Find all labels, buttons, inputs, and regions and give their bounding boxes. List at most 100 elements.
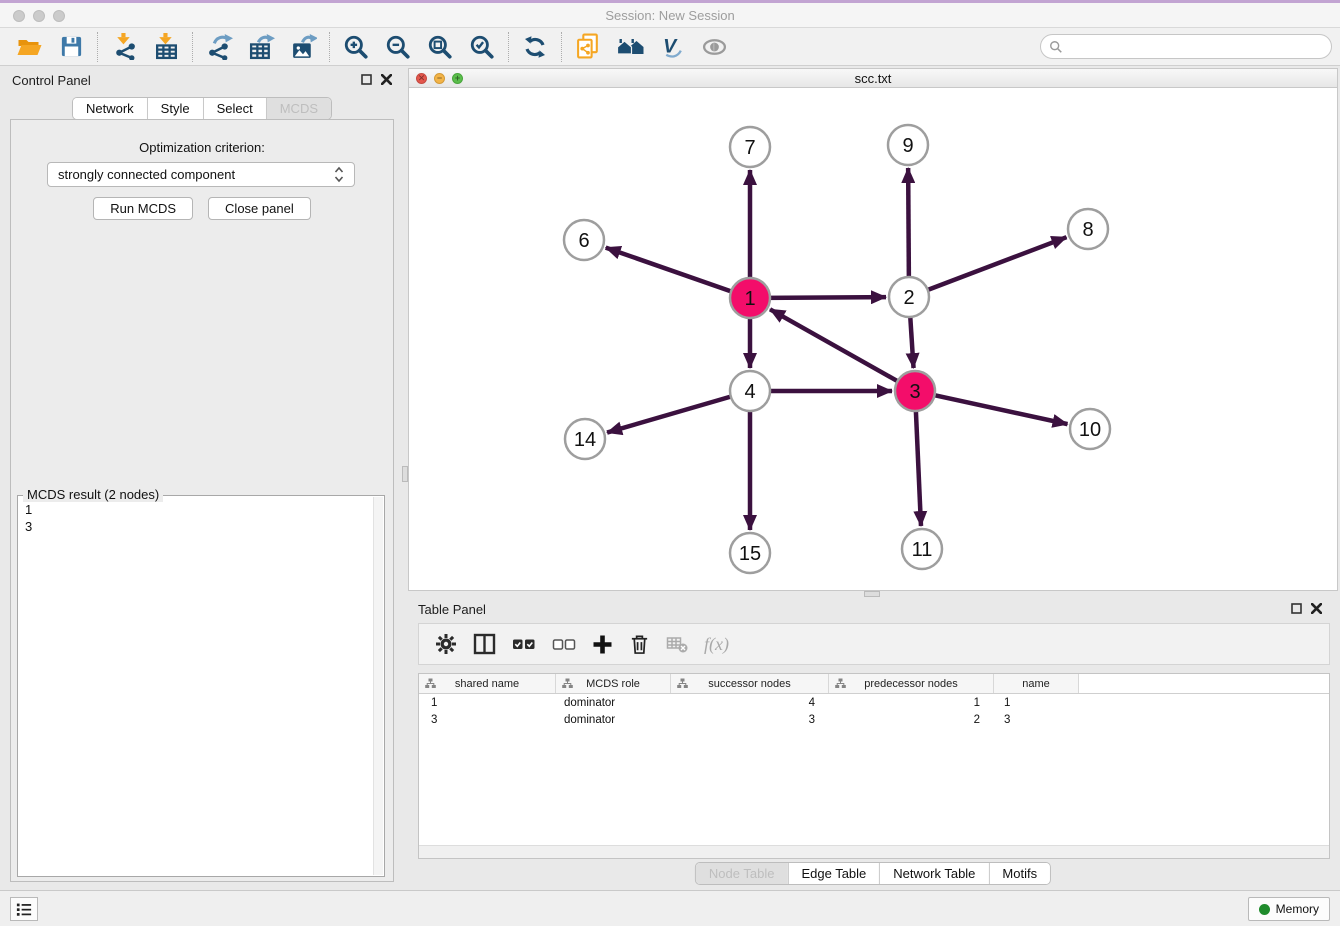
table-cell[interactable]: dominator [556,711,671,728]
tab-mcds[interactable]: MCDS [266,98,331,119]
table-horizontal-scrollbar[interactable] [419,845,1329,858]
tab-select[interactable]: Select [203,98,266,119]
delete-column-button[interactable] [629,633,650,655]
window-traffic-lights[interactable] [13,10,65,22]
graph-node-10[interactable]: 10 [1070,409,1110,449]
graph-node-4[interactable]: 4 [730,371,770,411]
graph-node-15[interactable]: 15 [730,533,770,573]
graph-edge-1-6[interactable] [606,248,734,293]
zoom-fit-button[interactable] [419,31,461,63]
graph-node-14[interactable]: 14 [565,419,605,459]
table-cell[interactable]: 1 [419,694,556,711]
table-cell[interactable]: 1 [994,694,1079,711]
minimize-window-button[interactable] [33,10,45,22]
table-row[interactable]: 3dominator323 [419,711,1329,728]
task-history-button[interactable] [10,897,38,921]
open-session-button[interactable] [8,31,50,63]
memory-button[interactable]: Memory [1248,897,1330,921]
deselect-all-columns-button[interactable] [552,636,576,652]
export-network-button[interactable] [198,31,240,63]
column-tree-icon [425,678,436,689]
refresh-view-button[interactable] [514,31,556,63]
network-maximize-button[interactable]: + [452,73,463,84]
run-mcds-button[interactable]: Run MCDS [93,197,193,220]
tab-edge-table[interactable]: Edge Table [787,863,879,884]
optimization-criterion-dropdown[interactable]: strongly connected component [47,162,355,187]
style-preview-button[interactable]: V [651,31,693,63]
float-panel-icon[interactable] [1291,603,1302,614]
close-panel-button[interactable]: Close panel [208,197,311,220]
graph-node-6[interactable]: 6 [564,220,604,260]
table-cell[interactable]: 2 [829,711,994,728]
close-panel-icon[interactable] [381,74,392,85]
network-minimize-button[interactable]: − [434,73,445,84]
graph-edge-2-9[interactable] [908,168,909,280]
graph-node-7[interactable]: 7 [730,127,770,167]
clone-network-button[interactable] [567,31,609,63]
global-search[interactable] [1040,34,1332,59]
column-header-MCDS-role[interactable]: MCDS role [556,674,671,693]
tab-motifs[interactable]: Motifs [988,863,1050,884]
zoom-out-button[interactable] [377,31,419,63]
graph-edge-3-10[interactable] [932,395,1068,425]
graph-edge-3-11[interactable] [916,408,921,526]
graph-edge-3-1[interactable] [770,309,900,382]
network-canvas[interactable]: 7 9 6 8 1 2 4 3 14 10 15 11 [408,88,1338,591]
network-close-button[interactable]: ✕ [416,73,427,84]
select-all-columns-button[interactable] [512,636,536,652]
result-scrollbar[interactable] [373,497,383,875]
float-panel-icon[interactable] [361,74,372,85]
table-cell[interactable]: dominator [556,694,671,711]
table-cell[interactable]: 3 [419,711,556,728]
import-network-icon [111,33,138,60]
zoom-selected-button[interactable] [461,31,503,63]
table-cell[interactable]: 3 [671,711,829,728]
graph-node-3[interactable]: 3 [895,371,935,411]
show-hide-button[interactable] [693,31,735,63]
graph-node-11[interactable]: 11 [902,529,942,569]
zoom-in-icon [343,34,369,60]
graph-node-2[interactable]: 2 [889,277,929,317]
graph-node-1[interactable]: 1 [730,278,770,318]
graph-edge-4-14[interactable] [607,396,734,433]
delete-table-button[interactable] [666,634,688,654]
open-folder-icon [16,34,43,60]
network-graph[interactable]: 7 9 6 8 1 2 4 3 14 10 15 11 [409,88,1337,591]
table-row[interactable]: 1dominator411 [419,694,1329,711]
column-header-successor-nodes[interactable]: successor nodes [671,674,829,693]
split-columns-button[interactable] [473,633,496,655]
import-network-button[interactable] [103,31,145,63]
graph-edge-2-8[interactable] [925,237,1067,291]
table-settings-button[interactable] [435,633,457,655]
save-session-button[interactable] [50,31,92,63]
node-table[interactable]: shared nameMCDS rolesuccessor nodesprede… [418,673,1330,859]
export-image-button[interactable] [282,31,324,63]
table-cell[interactable]: 3 [994,711,1079,728]
home-layout-button[interactable] [609,31,651,63]
close-window-button[interactable] [13,10,25,22]
zoom-in-button[interactable] [335,31,377,63]
column-header-name[interactable]: name [994,674,1079,693]
column-header-shared-name[interactable]: shared name [419,674,556,693]
table-cell[interactable]: 4 [671,694,829,711]
add-column-button[interactable] [592,634,613,655]
tab-style[interactable]: Style [147,98,203,119]
column-header-predecessor-nodes[interactable]: predecessor nodes [829,674,994,693]
mcds-result-text[interactable]: 1 3 [20,498,372,874]
tab-network-table[interactable]: Network Table [879,863,988,884]
graph-node-9[interactable]: 9 [888,125,928,165]
search-input[interactable] [1068,39,1323,54]
maximize-window-button[interactable] [53,10,65,22]
tab-network[interactable]: Network [73,98,147,119]
export-table-button[interactable] [240,31,282,63]
graph-edge-2-3[interactable] [910,314,913,368]
node-label: 2 [903,287,914,309]
table-cell[interactable]: 1 [829,694,994,711]
graph-node-8[interactable]: 8 [1068,209,1108,249]
tab-node-table[interactable]: Node Table [696,863,788,884]
close-panel-icon[interactable] [1311,603,1322,614]
import-table-button[interactable] [145,31,187,63]
memory-label: Memory [1276,902,1319,916]
function-builder-button[interactable]: f(x) [704,634,729,655]
graph-edge-1-2[interactable] [767,297,886,298]
